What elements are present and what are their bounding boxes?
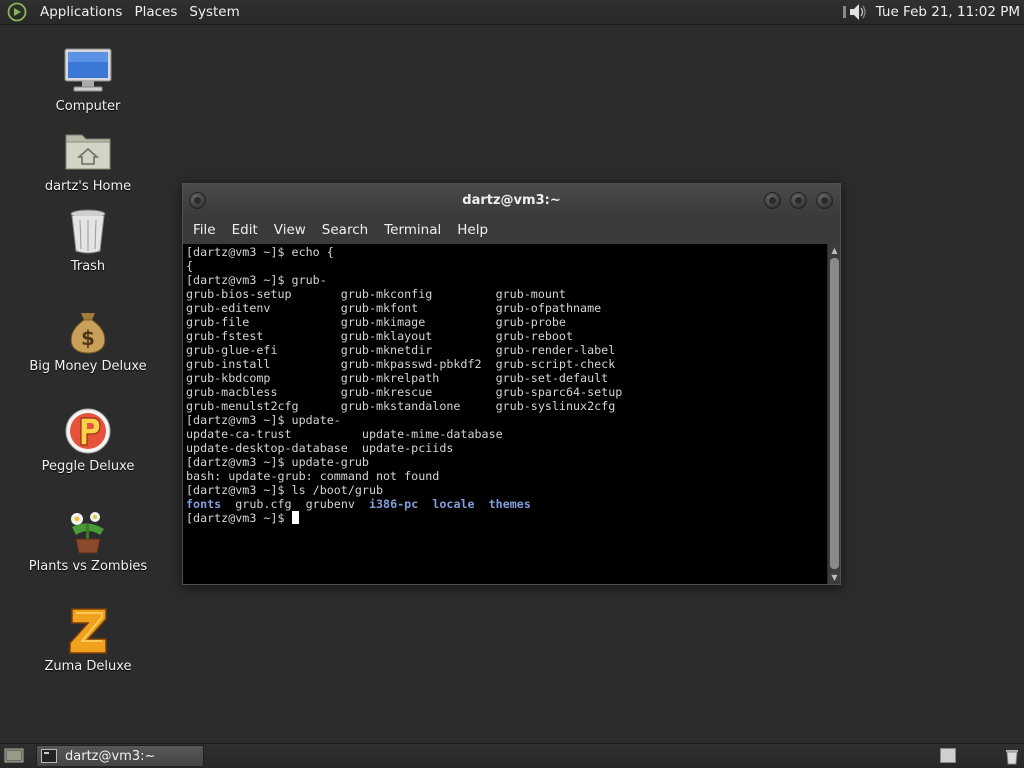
desktop-icon-home[interactable]: dartz's Home bbox=[28, 125, 148, 194]
ls-output-line: fonts grub.cfg grubenv i386-pc locale th… bbox=[186, 497, 827, 511]
desktop-icon-big-money[interactable]: $ Big Money Deluxe bbox=[28, 305, 148, 374]
system-menu[interactable]: System bbox=[183, 4, 245, 20]
volume-icon[interactable] bbox=[840, 1, 870, 23]
plants-vs-zombies-icon bbox=[62, 505, 114, 557]
desktop-icon-computer[interactable]: Computer bbox=[28, 45, 148, 114]
terminal-line: [dartz@vm3 ~]$ echo { bbox=[186, 245, 334, 259]
menu-file[interactable]: File bbox=[185, 222, 224, 238]
desktop-icon-label: Trash bbox=[70, 259, 106, 274]
home-folder-icon bbox=[62, 125, 114, 177]
desktop-icon-trash[interactable]: Trash bbox=[28, 205, 148, 274]
scroll-down-arrow-icon[interactable]: ▼ bbox=[828, 571, 841, 584]
trash-applet-icon[interactable] bbox=[1004, 747, 1020, 765]
terminal-line: [dartz@vm3 ~]$ grub- bbox=[186, 273, 327, 287]
window-title: dartz@vm3:~ bbox=[462, 192, 561, 208]
distro-logo-icon[interactable] bbox=[6, 1, 28, 23]
bottom-panel: dartz@vm3:~ bbox=[0, 743, 1024, 768]
terminal-scrollbar[interactable]: ▲ ▼ bbox=[827, 244, 840, 584]
terminal-line: { bbox=[186, 259, 194, 273]
desktop-icon-label: Zuma Deluxe bbox=[44, 659, 132, 674]
terminal-line: grub-editenv grub-mkfont grub-ofpathname bbox=[186, 301, 602, 315]
desktop-icon-zuma[interactable]: Zuma Deluxe bbox=[28, 605, 148, 674]
close-button[interactable] bbox=[816, 192, 833, 209]
terminal-line: grub-install grub-mkpasswd-pbkdf2 grub-s… bbox=[186, 357, 616, 371]
terminal-lines: [dartz@vm3 ~]$ echo {{[dartz@vm3 ~]$ gru… bbox=[186, 245, 827, 497]
money-bag-icon: $ bbox=[62, 305, 114, 357]
desktop-icon-label: Big Money Deluxe bbox=[29, 359, 147, 374]
terminal-line: grub-fstest grub-mklayout grub-reboot bbox=[186, 329, 574, 343]
ls-entry: i386-pc bbox=[368, 497, 419, 511]
maximize-button[interactable] bbox=[790, 192, 807, 209]
terminal-line: [dartz@vm3 ~]$ ls /boot/grub bbox=[186, 483, 384, 497]
desktop-icon-label: Computer bbox=[55, 99, 121, 114]
ls-entry: fonts bbox=[186, 497, 222, 511]
computer-icon bbox=[62, 45, 114, 97]
places-menu[interactable]: Places bbox=[128, 4, 183, 20]
ls-entry: grub.cfg bbox=[235, 497, 292, 511]
scroll-up-arrow-icon[interactable]: ▲ bbox=[828, 244, 841, 257]
terminal-line: [dartz@vm3 ~]$ update- bbox=[186, 413, 341, 427]
terminal-menubar: File Edit View Search Terminal Help bbox=[183, 216, 840, 244]
show-desktop-icon[interactable] bbox=[2, 745, 26, 767]
scrollbar-thumb[interactable] bbox=[830, 258, 839, 569]
workspace-switcher[interactable] bbox=[940, 748, 956, 763]
applications-menu[interactable]: Applications bbox=[34, 4, 128, 20]
zuma-icon bbox=[62, 605, 114, 657]
terminal-line: update-ca-trust update-mime-database bbox=[186, 427, 503, 441]
text-cursor bbox=[291, 511, 299, 524]
ls-entry: grubenv bbox=[305, 497, 355, 511]
terminal-line: grub-kbdcomp grub-mkrelpath grub-set-def… bbox=[186, 371, 609, 385]
desktop-icon-label: dartz's Home bbox=[44, 179, 132, 194]
taskbar-terminal-button[interactable]: dartz@vm3:~ bbox=[36, 745, 204, 767]
terminal-line: grub-glue-efi grub-mknetdir grub-render-… bbox=[186, 343, 616, 357]
clock[interactable]: Tue Feb 21, 11:02 PM bbox=[876, 4, 1020, 20]
menu-edit[interactable]: Edit bbox=[224, 222, 266, 238]
ls-entry: locale bbox=[432, 497, 475, 511]
top-panel: Applications Places System Tue Feb 21, 1… bbox=[0, 0, 1024, 25]
terminal-line: [dartz@vm3 ~]$ update-grub bbox=[186, 455, 369, 469]
peggle-icon bbox=[62, 405, 114, 457]
minimize-button[interactable] bbox=[764, 192, 781, 209]
terminal-line: grub-bios-setup grub-mkconfig grub-mount bbox=[186, 287, 566, 301]
trash-icon bbox=[62, 205, 114, 257]
prompt-line: [dartz@vm3 ~]$ bbox=[186, 511, 827, 525]
svg-text:$: $ bbox=[81, 326, 95, 350]
desktop-icon-label: Plants vs Zombies bbox=[28, 559, 148, 574]
terminal-line: grub-menulst2cfg grub-mkstandalone grub-… bbox=[186, 399, 616, 413]
menu-help[interactable]: Help bbox=[449, 222, 496, 238]
terminal-icon bbox=[41, 749, 57, 763]
terminal-output[interactable]: [dartz@vm3 ~]$ echo {{[dartz@vm3 ~]$ gru… bbox=[183, 244, 827, 584]
terminal-line: grub-macbless grub-mkrescue grub-sparc64… bbox=[186, 385, 623, 399]
menu-terminal[interactable]: Terminal bbox=[376, 222, 449, 238]
terminal-line: grub-file grub-mkimage grub-probe bbox=[186, 315, 566, 329]
terminal-line: update-desktop-database update-pciids bbox=[186, 441, 454, 455]
desktop-icon-peggle[interactable]: Peggle Deluxe bbox=[28, 405, 148, 474]
shell-prompt: [dartz@vm3 ~]$ bbox=[186, 511, 292, 525]
desktop-icon-plants-vs-zombies[interactable]: Plants vs Zombies bbox=[28, 505, 148, 574]
ls-entry: themes bbox=[488, 497, 531, 511]
terminal-window[interactable]: dartz@vm3:~ File Edit View Search Termin… bbox=[182, 183, 841, 585]
menu-view[interactable]: View bbox=[266, 222, 314, 238]
window-titlebar[interactable]: dartz@vm3:~ bbox=[183, 184, 840, 216]
terminal-line: bash: update-grub: command not found bbox=[186, 469, 440, 483]
window-menu-button[interactable] bbox=[189, 192, 206, 209]
taskbar-button-label: dartz@vm3:~ bbox=[65, 748, 156, 764]
desktop-icon-label: Peggle Deluxe bbox=[41, 459, 135, 474]
menu-search[interactable]: Search bbox=[314, 222, 376, 238]
